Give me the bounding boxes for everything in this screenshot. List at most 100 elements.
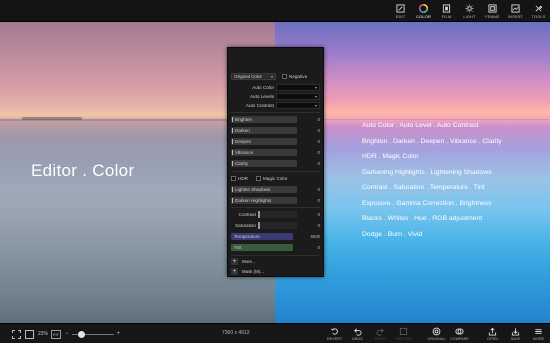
contrast-slider[interactable] — [258, 210, 297, 218]
auto-levels-label: Auto Levels — [249, 93, 274, 99]
tint-slider[interactable]: Tint — [231, 243, 293, 251]
tab-frame[interactable]: FRAME — [481, 0, 504, 22]
deepen-value[interactable]: 0 — [297, 139, 320, 144]
chevron-down-icon: ▾ — [314, 84, 317, 90]
color-mode-select[interactable]: Original Color ▾ — [231, 72, 276, 80]
color-adjustment-panel: Original Color ▾ Negative Auto Color ▾ A… — [227, 47, 324, 277]
image-dimensions: 7360 x 4912 — [222, 330, 250, 336]
clarity-slider[interactable]: Clarity — [231, 159, 297, 167]
clarity-value[interactable]: 0 — [297, 161, 320, 166]
zoom-slider[interactable] — [71, 330, 114, 338]
chevron-down-icon: ▾ — [314, 102, 317, 108]
frame-icon — [488, 3, 497, 13]
more-label: MORE — [532, 337, 545, 341]
feature-item: Dodge . Burn . Vivid — [362, 230, 423, 238]
fit-button[interactable]: FIT — [51, 329, 62, 339]
negative-checkbox[interactable] — [282, 73, 287, 79]
island-silhouette — [22, 117, 82, 120]
history-button[interactable]: HISTORY — [392, 324, 415, 343]
auto-contrast-dropdown[interactable]: ▾ — [276, 101, 320, 109]
negative-label: Negative — [289, 73, 308, 79]
auto-contrast-label: Auto Contrast — [245, 102, 274, 108]
divider — [231, 112, 320, 113]
zoom-out-icon[interactable]: − — [65, 331, 69, 337]
slider-row-brighten: Brighten 0 — [231, 115, 320, 123]
split-view-icon[interactable] — [25, 329, 34, 339]
more-icon — [535, 329, 542, 334]
tab-edit[interactable]: EDIT — [389, 0, 412, 22]
magic-color-checkbox[interactable] — [255, 175, 261, 181]
divider — [231, 171, 320, 172]
open-button[interactable]: OPEN — [481, 324, 504, 343]
color-mode-value: Original Color — [234, 73, 263, 79]
darken-highlights-slider[interactable]: Darken Highlights — [231, 196, 297, 204]
darken-slider[interactable]: Darken — [231, 126, 297, 134]
mode-row: Original Color ▾ Negative — [231, 72, 320, 80]
saturation-slider[interactable] — [258, 221, 297, 229]
tab-frame-label: FRAME — [485, 13, 500, 19]
temperature-slider[interactable]: Temperature — [231, 232, 293, 240]
auto-color-dropdown[interactable]: ▾ — [276, 83, 320, 91]
tab-tools[interactable]: TOOLS — [527, 0, 550, 22]
divider — [231, 255, 320, 256]
auto-color-label: Auto Color — [252, 84, 274, 90]
original-button[interactable]: ORIGINAL — [425, 324, 448, 343]
darken-highlights-value[interactable]: 0 — [297, 198, 320, 203]
feature-item: Contrast . Saturation . Temperature . Ti… — [362, 184, 485, 191]
crop-view-icon[interactable] — [12, 329, 21, 339]
auto-levels-dropdown[interactable]: ▾ — [276, 92, 320, 100]
tint-value[interactable]: 0 — [293, 245, 320, 250]
film-icon — [442, 3, 451, 13]
darken-highlights-label: Darken Highlights — [235, 197, 272, 203]
tools-icon — [535, 5, 543, 12]
tab-light[interactable]: LIGHT — [458, 0, 481, 22]
brighten-slider[interactable]: Brighten — [231, 115, 297, 123]
vibrance-slider[interactable]: Vibrance — [231, 148, 297, 156]
lighten-shadows-slider[interactable]: Lighten Shadows — [231, 185, 297, 193]
compare-button[interactable]: COMPARE — [448, 324, 471, 343]
lighten-shadows-label: Lighten Shadows — [235, 186, 271, 192]
lighten-shadows-value[interactable]: 0 — [297, 187, 320, 192]
history-label: HISTORY — [395, 337, 412, 341]
zoom-in-icon[interactable]: + — [117, 331, 121, 337]
saturation-value[interactable]: 0 — [297, 223, 320, 228]
redo-icon — [376, 328, 384, 336]
compare-label: COMPARE — [450, 337, 469, 341]
slider-row-vibrance: Vibrance 0 — [231, 148, 320, 156]
brighten-value[interactable]: 0 — [297, 117, 320, 122]
tab-color[interactable]: COLOR — [412, 0, 435, 22]
revert-button[interactable]: REVERT — [323, 324, 346, 343]
darken-value[interactable]: 0 — [297, 128, 320, 133]
vibrance-label: Vibrance — [235, 149, 254, 155]
tint-label: Tint — [234, 244, 242, 250]
deepen-slider[interactable]: Deepen — [231, 137, 297, 145]
action-buttons: REVERT UNDO REDO HISTORY ORIGINAL COMPAR… — [323, 324, 550, 343]
revert-label: REVERT — [326, 337, 343, 341]
zoom-slider-handle[interactable] — [77, 330, 85, 338]
feature-item: HDR . Magic Color — [362, 153, 419, 160]
clarity-label: Clarity — [235, 160, 249, 166]
mask-row[interactable]: + Mask (M)... — [231, 267, 320, 276]
open-label: OPEN — [487, 337, 498, 341]
temperature-value[interactable]: 6500 — [293, 234, 320, 239]
feature-item: Brighten . Darken . Deepen . Vibrance . … — [362, 137, 502, 145]
temperature-label: Temperature — [234, 233, 260, 239]
save-button[interactable]: SAVE — [504, 324, 527, 343]
more-button[interactable]: MORE — [527, 324, 550, 343]
more-options-row[interactable]: + More... — [231, 257, 320, 266]
redo-button[interactable]: REDO — [369, 324, 392, 343]
hdr-label: HDR — [238, 175, 248, 181]
undo-button[interactable]: UNDO — [346, 324, 369, 343]
slider-row-contrast: Contrast 0 — [231, 210, 320, 218]
undo-label: UNDO — [351, 337, 364, 341]
hdr-checkbox[interactable] — [231, 175, 236, 181]
magic-color-label: Magic Color — [262, 175, 288, 181]
slider-row-darken-highlights: Darken Highlights 0 — [231, 196, 320, 204]
edit-icon — [396, 3, 405, 13]
feature-item: Exposure . Gamma Correction . Brightness — [362, 199, 492, 207]
tab-film[interactable]: FILM — [435, 0, 458, 22]
slider-row-tint: Tint 0 — [231, 243, 320, 251]
contrast-value[interactable]: 0 — [297, 212, 320, 217]
vibrance-value[interactable]: 0 — [297, 150, 320, 155]
tab-insert[interactable]: INSERT — [504, 0, 527, 22]
